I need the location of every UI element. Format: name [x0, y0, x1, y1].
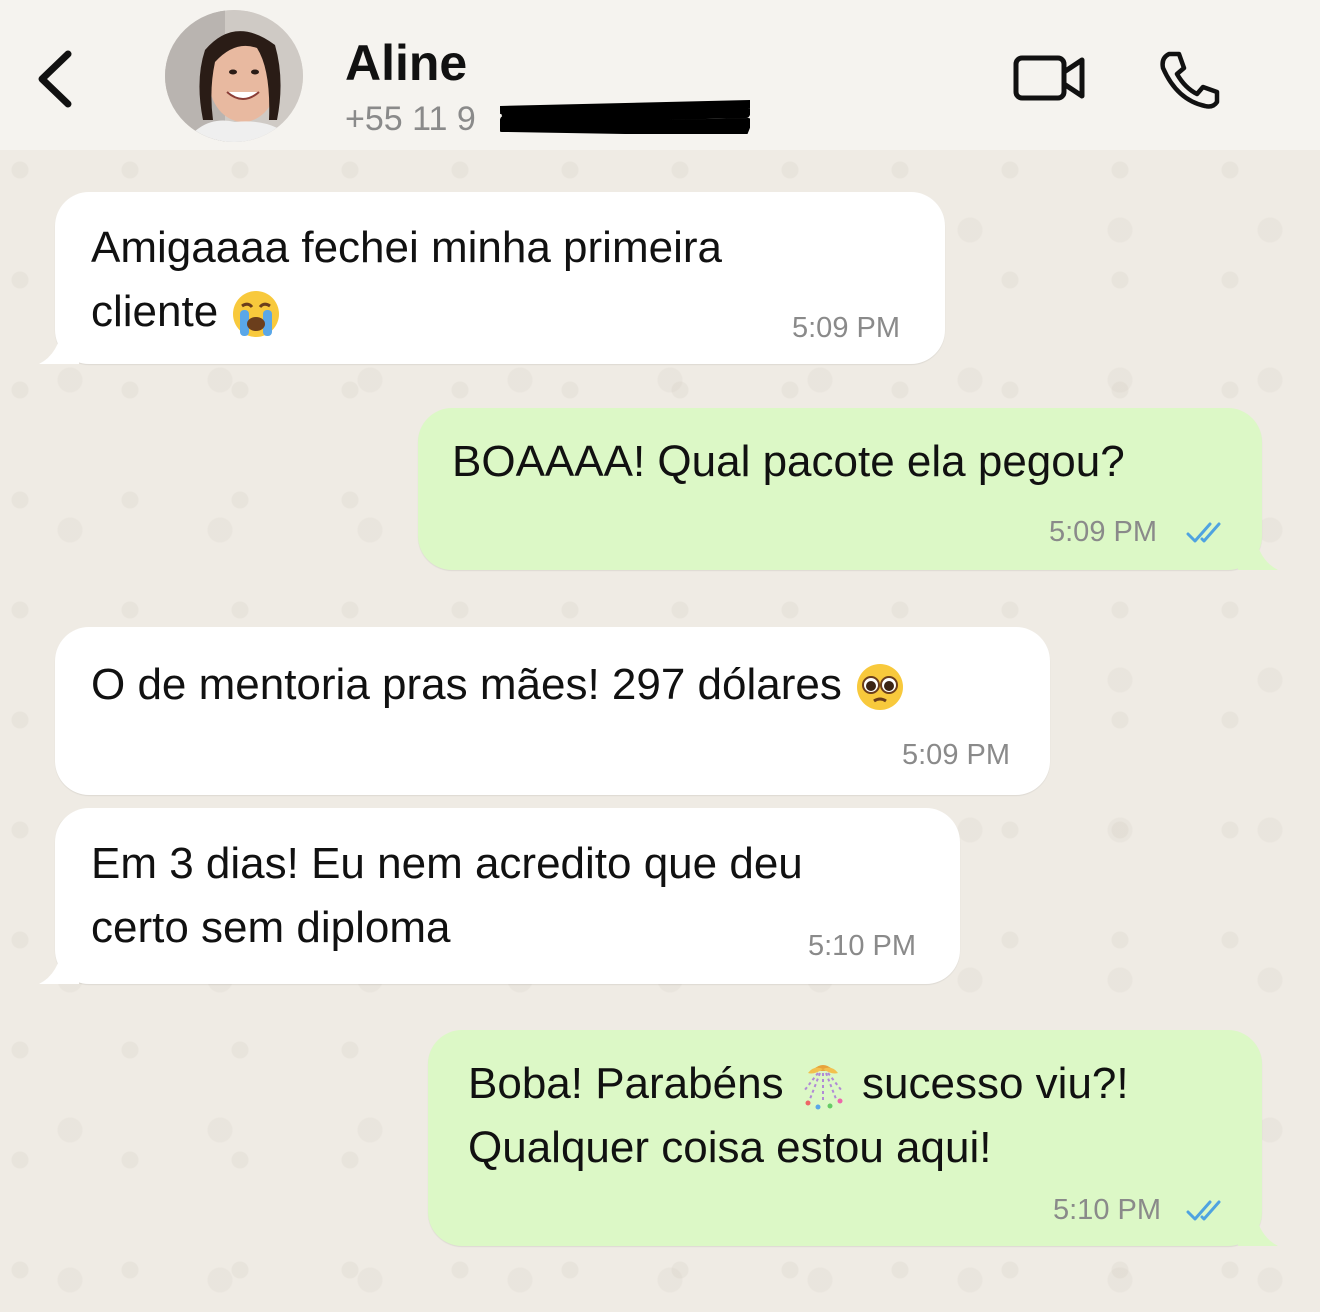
contact-avatar[interactable]	[165, 10, 303, 142]
video-camera-icon	[1013, 55, 1085, 101]
bubble-tail	[1238, 530, 1278, 570]
back-button[interactable]	[30, 44, 86, 114]
voice-call-button[interactable]	[1155, 48, 1221, 110]
confetti-ball-emoji	[803, 1065, 843, 1110]
message-timestamp: 5:10 PM	[1053, 1194, 1161, 1226]
chat-header: Aline +55 11 9	[0, 0, 1320, 150]
chevron-left-icon	[38, 50, 72, 108]
message-text: O de mentoria pras mães! 297 dólares	[91, 653, 906, 717]
bubble-tail	[1238, 1206, 1278, 1246]
message-text: Boba! Parabéns sucesso viu?! Qualquer coi…	[468, 1059, 1129, 1172]
avatar-photo	[165, 10, 303, 142]
double-check-read-icon	[1186, 522, 1221, 543]
bubble-tail	[39, 944, 79, 984]
loudly-crying-face-emoji	[233, 291, 280, 338]
message-timestamp: 5:09 PM	[902, 739, 1010, 771]
message-bubble-incoming[interactable]: Em 3 dias! Eu nem acredito que deu certo…	[39, 808, 960, 984]
message-bubble-incoming[interactable]: O de mentoria pras mães! 297 dólares 5:0…	[55, 627, 1050, 795]
message-bubble-outgoing[interactable]: BOAAAA! Qual pacote ela pegou? 5:09 PM	[418, 408, 1278, 570]
message-bubble-outgoing[interactable]: Boba! Parabéns sucesso viu?! Qualquer coi…	[428, 1030, 1278, 1246]
video-call-button[interactable]	[1012, 50, 1088, 106]
message-text: BOAAAA! Qual pacote ela pegou?	[452, 437, 1125, 486]
chat-screen: Aline +55 11 9 Amigaaaa fechei minha pri…	[0, 0, 1320, 1312]
contact-phone: +55 11 9	[345, 100, 476, 138]
message-timestamp: 5:10 PM	[808, 930, 916, 962]
double-check-read-icon	[1186, 1200, 1221, 1221]
message-timestamp: 5:09 PM	[1049, 516, 1157, 548]
message-bubble-incoming[interactable]: Amigaaaa fechei minha primeira cliente 5…	[39, 192, 945, 364]
bubble-tail	[39, 324, 79, 364]
message-text: Em 3 dias! Eu nem acredito que deu certo…	[91, 839, 803, 952]
pleading-face-emoji	[857, 664, 904, 711]
message-timestamp: 5:09 PM	[792, 312, 900, 344]
phone-icon	[1160, 51, 1220, 109]
phone-redaction-scribble	[500, 100, 750, 134]
contact-name[interactable]: Aline	[345, 34, 467, 92]
message-text: Amigaaaa fechei minha primeira cliente	[91, 216, 722, 344]
